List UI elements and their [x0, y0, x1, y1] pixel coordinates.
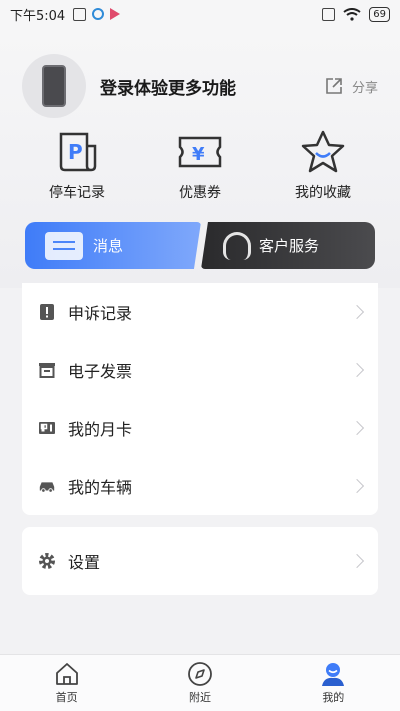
message-icon: [45, 231, 83, 260]
settings-card: 设置: [22, 527, 378, 595]
compass-icon: [188, 662, 212, 686]
chevron-right-icon: [349, 362, 365, 378]
banner-row: 消息 客户服务: [25, 222, 375, 269]
menu-label: 电子发票: [68, 362, 133, 381]
menu-label: 我的车辆: [68, 478, 133, 497]
svg-text:P: P: [68, 140, 83, 164]
car-icon: [38, 477, 56, 495]
parking-receipt-icon: P: [59, 132, 97, 172]
status-time: 下午5:04: [10, 8, 66, 24]
tab-mine[interactable]: 我的: [267, 655, 400, 711]
quick-actions: P 停车记录 ¥ 优惠券 我的收藏: [22, 128, 378, 208]
wifi-icon: [343, 7, 361, 21]
messages-label: 消息: [93, 237, 124, 255]
chevron-right-icon: [349, 478, 365, 494]
quick-label: 我的收藏: [295, 185, 351, 201]
invoice-icon: [38, 361, 56, 379]
menu-item-appeals[interactable]: 申诉记录: [22, 283, 378, 341]
tab-label: 我的: [322, 691, 345, 704]
bottom-tab-bar: 首页 附近 我的: [0, 654, 400, 711]
customer-service-label: 客户服务: [259, 237, 320, 255]
quick-parking-records[interactable]: P 停车记录: [22, 128, 132, 208]
messages-button[interactable]: 消息: [25, 222, 201, 269]
quick-favorites[interactable]: 我的收藏: [268, 128, 378, 208]
tab-label: 附近: [188, 691, 211, 704]
share-label: 分享: [351, 80, 378, 96]
quick-label: 停车记录: [49, 185, 105, 201]
home-icon: [55, 663, 78, 685]
login-prompt[interactable]: 登录体验更多功能: [100, 74, 236, 99]
menu-card: 申诉记录 电子发票 我的月卡 我的车辆: [22, 283, 378, 515]
chevron-right-icon: [349, 420, 365, 436]
customer-service-button[interactable]: 客户服务: [201, 222, 375, 269]
svg-text:¥: ¥: [192, 144, 205, 165]
headset-icon: [223, 231, 251, 260]
tab-nearby[interactable]: 附近: [133, 655, 266, 711]
avatar[interactable]: [22, 54, 86, 118]
profile-section[interactable]: 登录体验更多功能 分享: [22, 54, 378, 118]
appeal-icon: [38, 303, 56, 321]
star-icon: [301, 130, 345, 173]
menu-item-vehicles[interactable]: 我的车辆: [22, 457, 378, 515]
menu-label: 我的月卡: [68, 420, 133, 439]
quick-coupons[interactable]: ¥ 优惠券: [145, 128, 255, 208]
status-bar: 下午5:04 69: [0, 0, 400, 28]
coupon-icon: ¥: [178, 136, 222, 168]
no-sim-icon: [322, 7, 336, 21]
share-button[interactable]: 分享: [324, 76, 378, 96]
notification-icon: [73, 7, 87, 21]
phone-icon: [42, 65, 66, 107]
gear-icon: [38, 552, 56, 570]
menu-item-settings[interactable]: 设置: [22, 527, 378, 595]
menu-item-invoices[interactable]: 电子发票: [22, 341, 378, 399]
battery-icon: 69: [369, 6, 390, 22]
chevron-right-icon: [349, 304, 365, 320]
menu-label: 申诉记录: [68, 304, 133, 323]
tab-label: 首页: [55, 691, 78, 704]
chevron-right-icon: [349, 553, 365, 569]
user-icon: [322, 663, 345, 686]
menu-item-monthly-card[interactable]: 我的月卡: [22, 399, 378, 457]
tab-home[interactable]: 首页: [0, 655, 133, 711]
quick-label: 优惠券: [179, 185, 221, 201]
settings-label: 设置: [68, 553, 101, 572]
app-circle-icon: [92, 8, 105, 20]
monthly-card-icon: [38, 419, 56, 437]
play-icon: [110, 8, 121, 20]
share-icon: [326, 78, 342, 94]
